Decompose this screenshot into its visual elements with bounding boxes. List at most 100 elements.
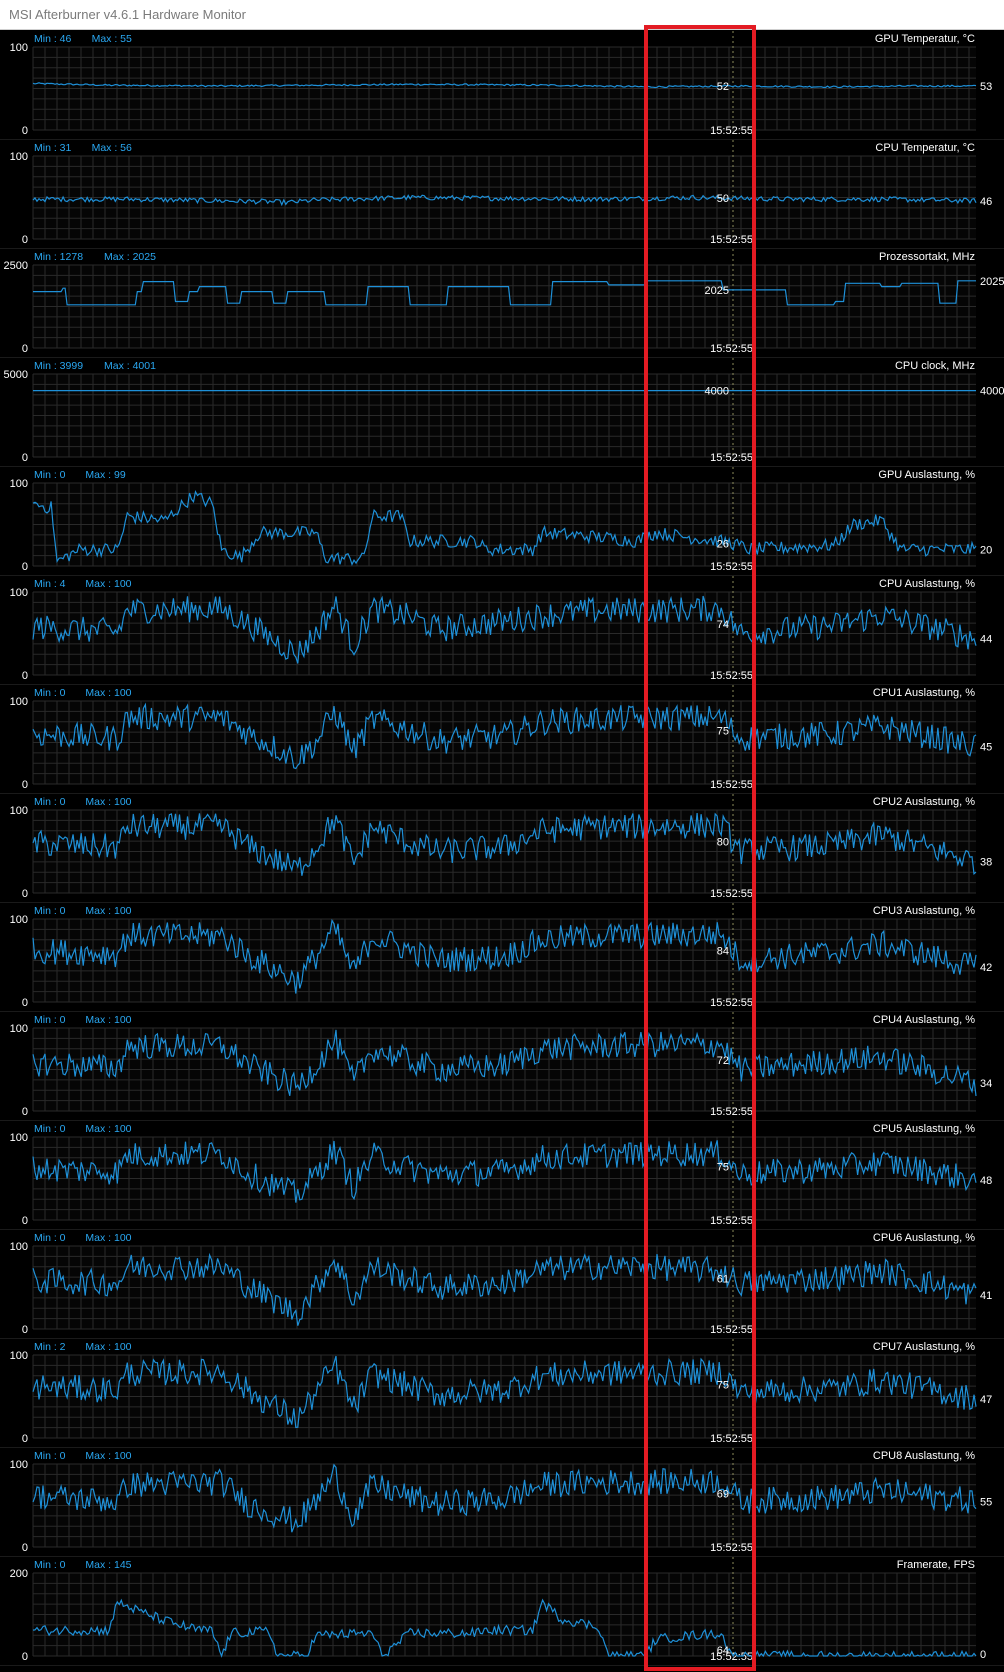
- y-axis-min-label: 0: [22, 1324, 28, 1336]
- max-label: Max : 56: [92, 142, 132, 154]
- graph-title: CPU5 Auslastung, %: [873, 1123, 975, 1135]
- graph-title: Prozessortakt, MHz: [879, 251, 975, 263]
- max-label: Max : 100: [85, 1341, 131, 1353]
- y-axis-max-label: 100: [10, 1241, 28, 1253]
- window-titlebar[interactable]: MSI Afterburner v4.6.1 Hardware Monitor: [0, 0, 1004, 30]
- graph-panel[interactable]: 100 0 Min : 0 Max : 100 CPU3 Auslastung, % 15…: [0, 903, 1004, 1012]
- max-label: Max : 99: [85, 469, 125, 481]
- cursor-value-label: 2025: [705, 285, 729, 297]
- cursor-value-label: 26: [717, 539, 729, 551]
- y-axis-max-label: 100: [10, 1350, 28, 1362]
- y-axis-min-label: 0: [22, 1433, 28, 1445]
- graph-panel[interactable]: 100 0 Min : 0 Max : 100 CPU2 Auslastung, % 15…: [0, 794, 1004, 903]
- cursor-time-label: 15:52:55: [710, 452, 753, 464]
- cursor-time-label: 15:52:55: [710, 343, 753, 355]
- cursor-time-label: 15:52:55: [710, 997, 753, 1009]
- max-label: Max : 100: [85, 687, 131, 699]
- y-axis-max-label: 100: [10, 1023, 28, 1035]
- graph-title: CPU2 Auslastung, %: [873, 796, 975, 808]
- y-axis-max-label: 100: [10, 1132, 28, 1144]
- hardware-monitor-graphs[interactable]: 100 0 Min : 46 Max : 55 GPU Temperatur, °C 15…: [0, 31, 1004, 1672]
- y-axis-max-label: 100: [10, 151, 28, 163]
- min-label: Min : 0: [34, 796, 66, 808]
- cursor-time-label: 15:52:55: [710, 125, 753, 137]
- graph-panel[interactable]: 100 0 Min : 2 Max : 100 CPU7 Auslastung, % 15…: [0, 1339, 1004, 1448]
- graph-title: CPU clock, MHz: [895, 360, 975, 372]
- y-axis-min-label: 0: [22, 561, 28, 573]
- cursor-value-label: 80: [717, 836, 729, 848]
- y-axis-max-label: 100: [10, 805, 28, 817]
- cursor-value-label: 50: [717, 193, 729, 205]
- min-label: Min : 3999: [34, 360, 83, 372]
- min-label: Min : 0: [34, 1450, 66, 1462]
- graph-title: Framerate, FPS: [897, 1559, 975, 1571]
- current-value-label: 48: [980, 1175, 992, 1187]
- y-axis-max-label: 100: [10, 914, 28, 926]
- y-axis-min-label: 0: [22, 1106, 28, 1118]
- graph-panel[interactable]: 100 0 Min : 0 Max : 100 CPU4 Auslastung, % 15…: [0, 1012, 1004, 1121]
- current-value-label: 41: [980, 1290, 992, 1302]
- current-value-label: 45: [980, 742, 992, 754]
- graph-title: CPU1 Auslastung, %: [873, 687, 975, 699]
- graph-panel[interactable]: 100 0 Min : 0 Max : 100 CPU6 Auslastung, % 15…: [0, 1230, 1004, 1339]
- graph-title: CPU8 Auslastung, %: [873, 1450, 975, 1462]
- graph-panel[interactable]: 5000 0 Min : 3999 Max : 4001 CPU clock, MHz 1…: [0, 358, 1004, 467]
- max-label: Max : 100: [85, 796, 131, 808]
- cursor-value-label: 52: [717, 81, 729, 93]
- current-value-label: 47: [980, 1394, 992, 1406]
- max-label: Max : 4001: [104, 360, 156, 372]
- cursor-value-label: 4000: [705, 386, 729, 398]
- current-value-label: 34: [980, 1078, 992, 1090]
- cursor-time-label: 15:52:55: [710, 670, 753, 682]
- current-value-label: 2025: [980, 276, 1004, 288]
- current-value-label: 0: [980, 1649, 986, 1661]
- y-axis-min-label: 0: [22, 343, 28, 355]
- y-axis-max-label: 2500: [4, 260, 28, 272]
- current-value-label: 20: [980, 544, 992, 556]
- cursor-time-label: 15:52:55: [710, 779, 753, 791]
- graph-title: GPU Auslastung, %: [878, 469, 975, 481]
- max-label: Max : 100: [85, 1232, 131, 1244]
- max-label: Max : 100: [85, 905, 131, 917]
- current-value-label: 42: [980, 962, 992, 974]
- cursor-value-label: 84: [717, 945, 729, 957]
- graph-title: GPU Temperatur, °C: [875, 33, 975, 45]
- y-axis-min-label: 0: [22, 1215, 28, 1227]
- y-axis-max-label: 100: [10, 587, 28, 599]
- cursor-time-label: 15:52:55: [710, 1542, 753, 1554]
- max-label: Max : 100: [85, 1014, 131, 1026]
- max-label: Max : 55: [92, 33, 132, 45]
- cursor-time-label: 15:52:55: [710, 234, 753, 246]
- graph-panel[interactable]: 100 0 Min : 0 Max : 100 CPU8 Auslastung, % 15…: [0, 1448, 1004, 1557]
- graph-panel[interactable]: 100 0 Min : 4 Max : 100 CPU Auslastung, % 15:…: [0, 576, 1004, 685]
- min-label: Min : 31: [34, 142, 72, 154]
- graph-title: CPU7 Auslastung, %: [873, 1341, 975, 1353]
- y-axis-max-label: 200: [10, 1568, 28, 1580]
- max-label: Max : 100: [85, 1450, 131, 1462]
- cursor-value-label: 64: [717, 1645, 729, 1657]
- min-label: Min : 4: [34, 578, 66, 590]
- current-value-label: 46: [980, 196, 992, 208]
- y-axis-min-label: 0: [22, 1542, 28, 1554]
- min-label: Min : 0: [34, 687, 66, 699]
- y-axis-min-label: 0: [22, 1651, 28, 1663]
- current-value-label: 53: [980, 81, 992, 93]
- y-axis-min-label: 0: [22, 779, 28, 791]
- max-label: Max : 100: [85, 578, 131, 590]
- graph-panel[interactable]: 100 0 Min : 46 Max : 55 GPU Temperatur, °C 15…: [0, 31, 1004, 140]
- graph-panel[interactable]: 100 0 Min : 0 Max : 100 CPU1 Auslastung, % 15…: [0, 685, 1004, 794]
- current-value-label: 55: [980, 1496, 992, 1508]
- cursor-value-label: 69: [717, 1488, 729, 1500]
- cursor-value-label: 75: [717, 1161, 729, 1173]
- max-label: Max : 145: [85, 1559, 131, 1571]
- graph-panel[interactable]: 100 0 Min : 31 Max : 56 CPU Temperatur, °C 15…: [0, 140, 1004, 249]
- graph-title: CPU Auslastung, %: [879, 578, 975, 590]
- graph-panel[interactable]: 2500 0 Min : 1278 Max : 2025 Prozessortakt, …: [0, 249, 1004, 358]
- min-label: Min : 0: [34, 1559, 66, 1571]
- graph-title: CPU3 Auslastung, %: [873, 905, 975, 917]
- y-axis-min-label: 0: [22, 125, 28, 137]
- graph-panel[interactable]: 100 0 Min : 0 Max : 99 GPU Auslastung, % 15:5…: [0, 467, 1004, 576]
- min-label: Min : 46: [34, 33, 72, 45]
- graph-panel[interactable]: 100 0 Min : 0 Max : 100 CPU5 Auslastung, % 15…: [0, 1121, 1004, 1230]
- graph-panel[interactable]: 2000Min : 0 Max : 145 Framerate, FPS15:52:…: [0, 1557, 1004, 1666]
